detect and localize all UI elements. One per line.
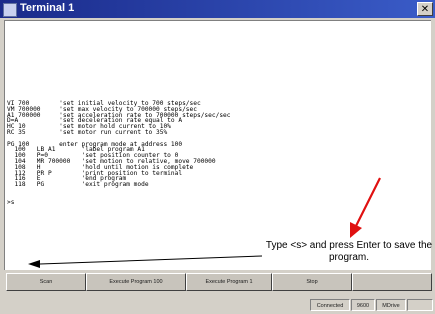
black-arrow-line (39, 255, 263, 265)
red-arrow-line (354, 177, 381, 229)
black-arrow-head (28, 260, 40, 268)
annotation-arrows (28, 177, 381, 268)
